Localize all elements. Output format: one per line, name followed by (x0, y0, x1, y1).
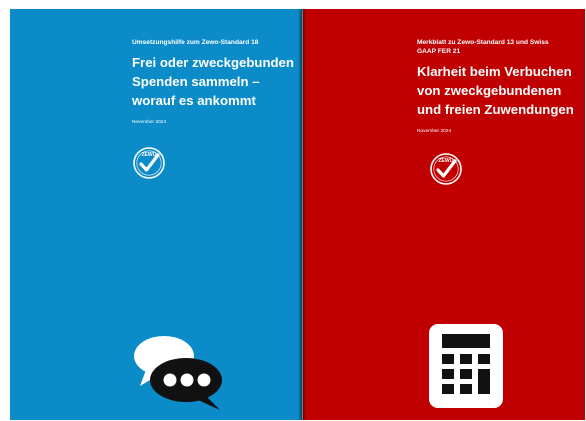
left-title-line-2: Spenden sammeln – (132, 74, 260, 90)
left-title-line-1: Frei oder zweckgebunden (132, 54, 294, 70)
right-brochure-cover[interactable]: Merkblatt zu Zewo-Standard 13 und Swiss … (303, 9, 585, 420)
left-brochure-cover[interactable]: Umsetzungshilfe zum Zewo-Standard 18 Fre… (10, 9, 302, 420)
right-cover-title: Klarheit beim Verbuchen von zweckgebunde… (417, 62, 585, 119)
right-kicker-line-2: GAAP FER 21 (417, 47, 461, 55)
right-cover-text: Merkblatt zu Zewo-Standard 13 und Swiss … (417, 39, 585, 134)
left-seal-label: ZEWO (142, 152, 157, 158)
right-cover-kicker: Merkblatt zu Zewo-Standard 13 und Swiss … (417, 39, 585, 57)
left-title-line-3: worauf es ankommt (132, 93, 256, 109)
speech-bubbles-icon (134, 336, 222, 410)
left-cover-kicker: Umsetzungshilfe zum Zewo-Standard 18 (132, 39, 259, 46)
right-cover-date: November 2024 (417, 129, 452, 135)
brochure-covers: Umsetzungshilfe zum Zewo-Standard 18 Fre… (0, 0, 586, 421)
right-kicker-line-1: Merkblatt zu Zewo-Standard 13 und Swiss (417, 39, 549, 46)
calculator-icon (429, 324, 503, 408)
center-spine-shadow (298, 9, 306, 420)
right-title-line-3: und freien Zuwendungen (417, 102, 574, 118)
right-seal-label: ZEWO (439, 158, 454, 164)
right-title-line-1: Klarheit beim Verbuchen (417, 63, 572, 79)
left-cover-title: Frei oder zweckgebunden Spenden sammeln … (132, 53, 302, 110)
zewo-seal-icon: ZEWO (430, 153, 462, 185)
right-title-line-2: von zweckgebundenen (417, 82, 562, 98)
left-cover-text: Umsetzungshilfe zum Zewo-Standard 18 Fre… (132, 39, 302, 125)
left-cover-date: November 2024 (132, 120, 167, 126)
zewo-seal-icon: ZEWO (133, 147, 165, 179)
